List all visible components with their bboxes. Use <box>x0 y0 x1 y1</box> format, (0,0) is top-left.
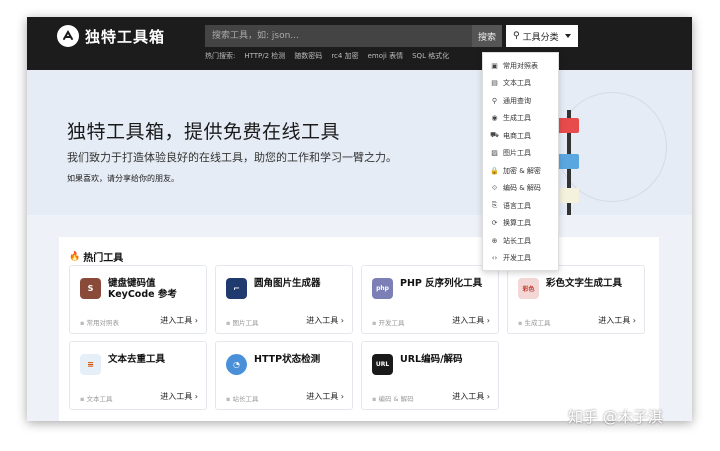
tool-card-name: HTTP状态检测 <box>254 354 321 365</box>
enter-tool-link[interactable]: 进入工具 › <box>452 315 490 326</box>
hot-search-link[interactable]: 随数密码 <box>294 51 322 61</box>
tool-card-category: 文本工具 <box>80 393 112 403</box>
hero-banner: 独特工具箱，提供免费在线工具 我们致力于打造体验良好的在线工具，助您的工作和学习… <box>27 70 692 215</box>
refresh-icon: ⟳ <box>491 219 498 228</box>
text-dedupe-icon: ≡ <box>80 354 101 375</box>
logo-text: 独特工具箱 <box>85 27 166 46</box>
enter-tool-link[interactable]: 进入工具 › <box>598 315 636 326</box>
hot-tools-panel: 🔥 热门工具 S 键盘键码值 KeyCode 参考 常用对照表 进入工具 › ⌐… <box>59 237 659 421</box>
logo-icon <box>57 25 79 47</box>
image-icon: ▨ <box>491 149 498 158</box>
category-dropdown-menu: ▣ 常用对照表 ▤ 文本工具 ⚲ 通用查询 ◉ 生成工具 ⛟ 电商工具 ▨ 图片工具 🔒 加密… <box>482 52 559 271</box>
map-pin-icon: ⚲ <box>513 31 520 41</box>
code-icon: ‹› <box>491 254 498 263</box>
zhihu-watermark: 知乎 @木子淇 <box>568 408 663 426</box>
dropdown-item[interactable]: ⛟ 电商工具 <box>483 127 558 145</box>
top-header: 独特工具箱 搜索 ⚲ 工具分类 热门搜索: HTTP/2 检测 随数密码 rc4… <box>27 17 692 70</box>
decorative-circle <box>557 92 667 202</box>
hero-title: 独特工具箱，提供免费在线工具 <box>67 121 341 143</box>
dropdown-item[interactable]: ◉ 生成工具 <box>483 110 558 128</box>
dropdown-item[interactable]: ⊕ 站长工具 <box>483 232 558 250</box>
tool-card[interactable]: S 键盘键码值 KeyCode 参考 常用对照表 进入工具 › <box>69 265 207 334</box>
colorful-text-icon: 彩色 <box>518 278 539 299</box>
enter-tool-link[interactable]: 进入工具 › <box>452 391 490 402</box>
tool-card-name: 圆角图片生成器 <box>254 278 321 289</box>
tool-card-category: 常用对照表 <box>80 317 119 327</box>
rounded-image-icon: ⌐ <box>226 278 247 299</box>
keyboard-icon: S <box>80 278 101 299</box>
browser-page: 独特工具箱 搜索 ⚲ 工具分类 热门搜索: HTTP/2 检测 随数密码 rc4… <box>27 17 692 421</box>
hot-search-link[interactable]: SQL 格式化 <box>412 51 449 61</box>
tool-card[interactable]: ⌐ 圆角图片生成器 图片工具 进入工具 › <box>215 265 353 334</box>
tool-card-category: 开发工具 <box>372 317 404 327</box>
hot-search-link[interactable]: emoji 表情 <box>368 51 404 61</box>
tool-card-name: 键盘键码值 KeyCode 参考 <box>108 278 177 300</box>
target-icon: ◉ <box>491 114 498 123</box>
hot-search-bar: 热门搜索: HTTP/2 检测 随数密码 rc4 加密 emoji 表情 SQL… <box>205 51 449 61</box>
tool-card[interactable]: php PHP 反序列化工具 开发工具 进入工具 › <box>361 265 499 334</box>
truck-icon: ⛟ <box>490 131 499 140</box>
screenshot-stage: 独特工具箱 搜索 ⚲ 工具分类 热门搜索: HTTP/2 检测 随数密码 rc4… <box>0 0 720 451</box>
dropdown-item[interactable]: ‹› 开发工具 <box>483 250 558 268</box>
document-icon: ▤ <box>491 79 498 88</box>
tool-card-category: 图片工具 <box>226 317 258 327</box>
tool-card[interactable]: ◔ HTTP状态检测 站长工具 进入工具 › <box>215 341 353 410</box>
tool-card[interactable]: 彩色 彩色文字生成工具 生成工具 进入工具 › <box>507 265 645 334</box>
hot-search-link[interactable]: HTTP/2 检测 <box>244 51 285 61</box>
tool-card-category: 编码 & 解码 <box>372 393 413 403</box>
tool-card-category: 生成工具 <box>518 317 550 327</box>
search-button[interactable]: 搜索 <box>472 25 502 47</box>
hot-tools-title-text: 热门工具 <box>83 253 124 264</box>
hot-search-link[interactable]: rc4 加密 <box>331 51 358 61</box>
table-icon: ▣ <box>491 61 498 70</box>
hot-tools-title: 🔥 热门工具 <box>69 249 124 265</box>
enter-tool-link[interactable]: 进入工具 › <box>306 391 344 402</box>
category-dropdown-button[interactable]: ⚲ 工具分类 <box>506 25 578 47</box>
dropdown-item[interactable]: ⟳ 换算工具 <box>483 215 558 233</box>
code-branch-icon: ⟐ <box>491 183 498 192</box>
content-area: 🔥 热门工具 S 键盘键码值 KeyCode 参考 常用对照表 进入工具 › ⌐… <box>27 215 692 421</box>
hot-search-label: 热门搜索: <box>205 52 236 60</box>
enter-tool-link[interactable]: 进入工具 › <box>160 391 198 402</box>
url-code-icon: URL <box>372 354 393 375</box>
dropdown-item[interactable]: ⎘ 语言工具 <box>483 197 558 215</box>
search-bar: 搜索 ⚲ 工具分类 <box>205 25 578 47</box>
fire-icon: 🔥 <box>69 251 81 262</box>
php-icon: php <box>372 278 393 299</box>
dropdown-item[interactable]: ▨ 图片工具 <box>483 145 558 163</box>
caret-down-icon <box>564 34 571 38</box>
globe-icon: ⊕ <box>491 236 498 245</box>
tool-card-category: 站长工具 <box>226 393 258 403</box>
dropdown-item[interactable]: ⟐ 编码 & 解码 <box>483 180 558 198</box>
dropdown-item[interactable]: ▤ 文本工具 <box>483 75 558 93</box>
dropdown-item[interactable]: ▣ 常用对照表 <box>483 57 558 75</box>
tool-card-name: 文本去重工具 <box>108 354 166 365</box>
tool-card-name: URL编码/解码 <box>400 354 463 365</box>
dropdown-item[interactable]: ⚲ 通用查询 <box>483 92 558 110</box>
hero-share-text: 如果喜欢，请分享给你的朋友。 <box>67 174 179 183</box>
tool-card-name: PHP 反序列化工具 <box>400 278 483 289</box>
lock-icon: 🔒 <box>490 166 499 175</box>
http-status-icon: ◔ <box>226 354 247 375</box>
language-icon: ⎘ <box>491 201 498 210</box>
hero-subtitle: 我们致力于打造体验良好的在线工具，助您的工作和学习一臂之力。 <box>67 151 397 164</box>
dropdown-item[interactable]: 🔒 加密 & 解密 <box>483 162 558 180</box>
enter-tool-link[interactable]: 进入工具 › <box>306 315 344 326</box>
tool-card[interactable]: ≡ 文本去重工具 文本工具 进入工具 › <box>69 341 207 410</box>
search-icon: ⚲ <box>491 96 498 105</box>
tool-card[interactable]: URL URL编码/解码 编码 & 解码 进入工具 › <box>361 341 499 410</box>
site-logo[interactable]: 独特工具箱 <box>57 25 165 47</box>
category-button-label: 工具分类 <box>522 32 559 43</box>
enter-tool-link[interactable]: 进入工具 › <box>160 315 198 326</box>
search-input[interactable] <box>205 25 472 47</box>
tool-card-name: 彩色文字生成工具 <box>546 278 623 289</box>
